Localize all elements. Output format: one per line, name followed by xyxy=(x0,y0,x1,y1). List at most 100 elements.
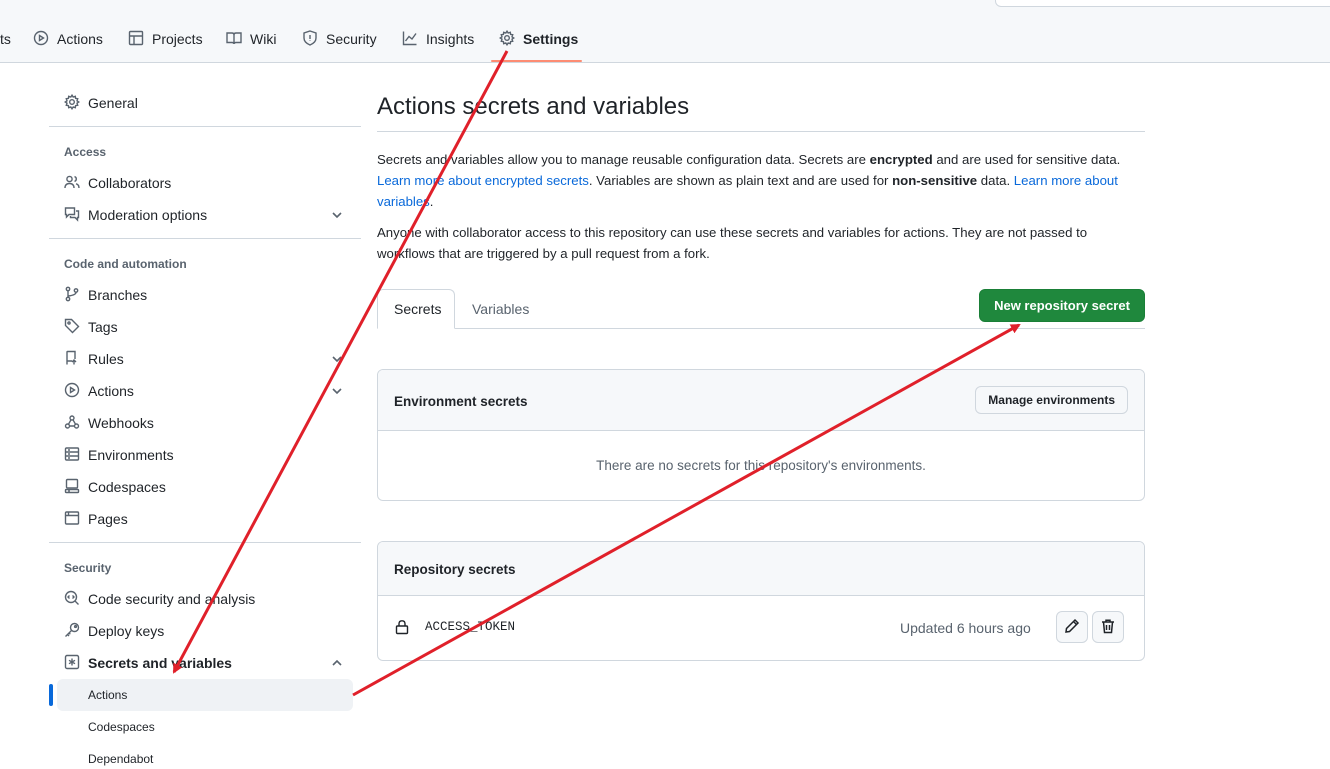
sidebar-item-general[interactable]: General xyxy=(63,92,138,114)
sidebar-item-codespaces[interactable]: Codespaces xyxy=(64,476,166,498)
tab-secrets-label: Secrets xyxy=(394,301,442,317)
chevron-down-icon[interactable] xyxy=(330,352,344,366)
play-circle-icon xyxy=(33,30,49,49)
codespaces-icon xyxy=(64,478,80,497)
secret-name: ACCESS_TOKEN xyxy=(425,620,516,634)
edit-secret-button[interactable] xyxy=(1056,611,1088,643)
new-repository-secret-button[interactable]: New repository secret xyxy=(979,289,1145,322)
sidebar-item-moderation-options[interactable]: Moderation options xyxy=(64,204,207,226)
tag-icon xyxy=(64,318,80,337)
sidebar-item-pages[interactable]: Pages xyxy=(64,508,128,530)
sidebar-item-rules[interactable]: Rules xyxy=(64,348,124,370)
key-icon xyxy=(64,622,80,641)
tab-variables-label: Variables xyxy=(472,301,530,317)
sidebar-item-label: Deploy keys xyxy=(88,623,165,639)
sidebar-item-branches[interactable]: Branches xyxy=(64,284,147,306)
repo-nav-bar: ts Actions Projects Wiki Security Insigh… xyxy=(0,0,1330,63)
sidebar-subitem-label: Dependabot xyxy=(88,752,154,766)
codescan-icon xyxy=(64,590,80,609)
tab-settings[interactable]: Settings xyxy=(498,28,578,50)
repository-secrets-box: Repository secrets ACCESS_TOKEN Updated … xyxy=(377,541,1145,661)
search-input[interactable] xyxy=(995,0,1330,7)
sidebar-item-label: Webhooks xyxy=(88,415,154,431)
tab-wiki[interactable]: Wiki xyxy=(226,28,276,50)
repository-secrets-header: Repository secrets xyxy=(378,542,1144,596)
trash-icon xyxy=(1100,618,1116,637)
sidebar-item-label: Pages xyxy=(88,511,128,527)
chevron-down-icon[interactable] xyxy=(330,384,344,398)
sidebar-heading-access: Access xyxy=(64,145,107,159)
intro-text: Secrets and variables allow you to manag… xyxy=(377,152,870,167)
sidebar-subitem-codespaces[interactable]: Codespaces xyxy=(57,711,353,743)
intro-text: . Variables are shown as plain text and … xyxy=(588,173,893,188)
tab-actions-label: Actions xyxy=(57,31,103,47)
repository-secrets-title: Repository secrets xyxy=(394,562,516,577)
intro-bold-non-sensitive: non-sensitive xyxy=(892,173,978,188)
empty-state-text: There are no secrets for this repository… xyxy=(596,458,926,473)
sidebar-item-deploy-keys[interactable]: Deploy keys xyxy=(64,620,164,642)
sidebar-item-label: Code security and analysis xyxy=(88,591,256,607)
tab-partial-label: ts xyxy=(0,31,11,47)
tab-secrets[interactable]: Secrets xyxy=(377,289,455,329)
sidebar-item-actions[interactable]: Actions xyxy=(64,380,134,402)
secret-updated-time: Updated 6 hours ago xyxy=(900,620,1031,636)
sidebar-item-environments[interactable]: Environments xyxy=(64,444,174,466)
tab-security[interactable]: Security xyxy=(302,28,377,50)
sidebar-item-label: Codespaces xyxy=(88,479,166,495)
tab-projects-label: Projects xyxy=(152,31,203,47)
chevron-down-icon[interactable] xyxy=(330,208,344,222)
sidebar-item-collaborators[interactable]: Collaborators xyxy=(64,172,171,194)
active-item-indicator xyxy=(49,684,53,706)
manage-environments-button[interactable]: Manage environments xyxy=(975,386,1128,414)
sidebar-subitem-dependabot[interactable]: Dependabot xyxy=(57,743,353,769)
page-title: Actions secrets and variables xyxy=(377,93,690,120)
comment-discussion-icon xyxy=(64,206,80,225)
shield-icon xyxy=(302,29,318,49)
sidebar-divider xyxy=(49,542,361,543)
sidebar-divider xyxy=(49,238,361,239)
tab-partial[interactable]: ts xyxy=(0,28,11,50)
sidebar-item-label: General xyxy=(88,95,138,111)
tab-variables[interactable]: Variables xyxy=(456,289,545,329)
sidebar-item-webhooks[interactable]: Webhooks xyxy=(64,412,154,434)
git-branch-icon xyxy=(64,286,80,305)
sidebar-heading-code-automation: Code and automation xyxy=(64,257,187,271)
sidebar-item-label: Moderation options xyxy=(88,207,208,223)
sidebar-item-tags[interactable]: Tags xyxy=(64,316,118,338)
webhook-icon xyxy=(64,414,80,433)
tab-security-label: Security xyxy=(326,31,377,47)
sidebar-item-label: Environments xyxy=(88,447,174,463)
tab-insights[interactable]: Insights xyxy=(402,28,474,50)
sidebar-divider xyxy=(49,126,361,127)
sidebar-item-label: Branches xyxy=(88,287,148,303)
intro-text: . xyxy=(429,194,434,209)
repo-push-icon xyxy=(64,350,80,369)
sidebar-item-label: Tags xyxy=(88,319,118,335)
tab-insights-label: Insights xyxy=(426,31,475,47)
sidebar-subitem-actions[interactable]: Actions xyxy=(57,679,353,711)
asterisk-icon xyxy=(64,654,80,673)
environment-secrets-title: Environment secrets xyxy=(394,394,528,409)
gear-icon xyxy=(498,29,516,49)
chevron-up-icon[interactable] xyxy=(330,656,344,670)
graph-icon xyxy=(402,30,418,49)
environment-secrets-header: Environment secrets Manage environments xyxy=(378,370,1144,431)
lock-icon xyxy=(394,619,410,635)
secret-row: ACCESS_TOKEN Updated 6 hours ago xyxy=(378,596,1144,660)
environment-secrets-box: Environment secrets Manage environments … xyxy=(377,369,1145,501)
book-icon xyxy=(226,30,242,49)
intro-text: data. xyxy=(977,173,1014,188)
sidebar-item-secrets-variables[interactable]: Secrets and variables xyxy=(64,652,232,674)
sidebar-subitem-label: Actions xyxy=(88,688,128,702)
sidebar-item-code-security[interactable]: Code security and analysis xyxy=(64,588,255,610)
sidebar-item-label: Actions xyxy=(88,383,134,399)
intro-bold-encrypted: encrypted xyxy=(869,152,933,167)
tab-actions[interactable]: Actions xyxy=(33,28,103,50)
delete-secret-button[interactable] xyxy=(1092,611,1124,643)
browser-icon xyxy=(64,510,80,529)
people-icon xyxy=(64,174,80,193)
learn-more-secrets-link[interactable]: Learn more about encrypted secrets xyxy=(377,173,589,188)
sidebar-item-label: Secrets and variables xyxy=(88,655,232,671)
tab-projects[interactable]: Projects xyxy=(128,28,203,50)
gear-icon xyxy=(63,93,81,113)
